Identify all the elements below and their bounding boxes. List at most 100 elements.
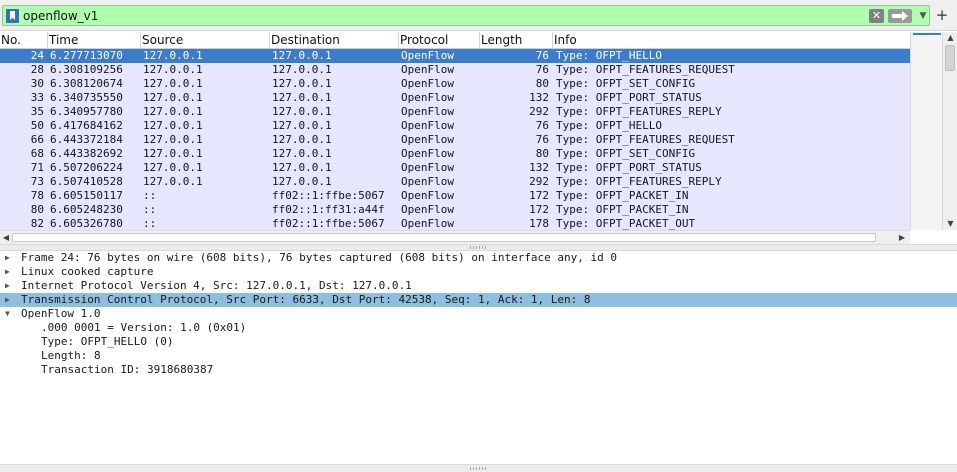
horizontal-scrollbar[interactable]: ◀ ▶ [0,230,910,244]
scroll-left-icon[interactable]: ◀ [0,231,12,244]
table-row[interactable]: 82 6.605326780:: ff02::1:ffbe:5067 OpenFlow… [0,217,910,230]
plus-icon[interactable]: + [934,6,950,24]
packet-time: 6.507206224 [50,161,123,174]
packet-number: 35 [30,105,44,118]
tree-field[interactable]: .000 0001 = Version: 1.0 (0x01) [0,321,957,335]
tree-label: .000 0001 = Version: 1.0 (0x01) [41,321,247,334]
table-row[interactable]: 30 6.308120674 127.0.0.1 127.0.0.1 OpenFlow 8… [0,77,910,91]
packet-info: Type: OFPT_FEATURES_REQUEST [556,133,735,146]
column-header-destination[interactable]: Destination [270,32,399,49]
packet-number: 28 [30,63,44,76]
packet-number: 50 [30,119,44,132]
splitter-grip[interactable] [470,467,488,470]
pane-splitter-bottom[interactable] [0,464,957,472]
packet-info: Type: OFPT_FEATURES_REPLY [556,175,722,188]
packet-length: 292 [529,105,549,118]
packet-protocol: OpenFlow [401,161,454,174]
column-header-protocol[interactable]: Protocol [399,32,480,49]
packet-minimap[interactable] [910,32,942,230]
tree-label: Length: 8 [41,349,101,362]
packet-protocol: OpenFlow [401,189,454,202]
packet-info: Type: OFPT_PORT_STATUS [556,91,702,104]
collapsed-arrow-icon[interactable]: ▶ [5,293,13,307]
scroll-up-icon[interactable]: ▲ [943,32,957,44]
tree-node[interactable]: ▶ Linux cooked capture [0,265,957,279]
packet-destination: 127.0.0.1 [272,119,332,132]
packet-time: 6.605248230 [50,203,123,216]
table-row[interactable]: 71 6.507206224 127.0.0.1 127.0.0.1 OpenFlow 1… [0,161,910,175]
packet-destination: 127.0.0.1 [272,63,332,76]
packet-number: 73 [30,175,44,188]
scroll-down-icon[interactable]: ▼ [943,218,957,230]
packet-length: 76 [535,133,549,146]
table-row[interactable]: 78 6.605150117:: ff02::1:ffbe:5067 OpenFlow… [0,189,910,203]
packet-time: 6.308109256 [50,63,123,76]
packet-protocol: OpenFlow [401,77,454,90]
packet-source: :: [143,189,157,202]
packet-time: 6.277713070 [50,49,123,62]
packet-source: 127.0.0.1 [143,161,203,174]
display-filter-input[interactable] [23,7,863,24]
horizontal-scroll-thumb[interactable] [12,233,876,242]
packet-info: Type: OFPT_FEATURES_REQUEST [556,63,735,76]
tree-node[interactable]: ▶ Internet Protocol Version 4, Src: 127.0… [0,279,957,293]
packet-time: 6.605326780 [50,217,123,230]
packet-time: 6.340735550 [50,91,123,104]
vertical-scroll-thumb[interactable] [945,45,955,71]
tree-node[interactable]: ▶ Frame 24: 76 bytes on wire (608 bits), … [0,251,957,265]
table-row[interactable]: 66 6.443372184 127.0.0.1 127.0.0.1 OpenFlow 7… [0,133,910,147]
collapsed-arrow-icon[interactable]: ▶ [5,279,13,293]
column-header-time[interactable]: Time [48,32,141,49]
packet-source: 127.0.0.1 [143,63,203,76]
packet-source: 127.0.0.1 [143,91,203,104]
table-row[interactable]: 80 6.605248230:: ff02::1:ff31:a44f OpenFlow… [0,203,910,217]
table-row[interactable]: 35 6.340957780 127.0.0.1 127.0.0.1 OpenFlow 2… [0,105,910,119]
packet-destination: ff02::1:ff31:a44f [272,203,385,216]
packet-number: 30 [30,77,44,90]
clear-icon[interactable]: ✕ [869,9,884,23]
packet-protocol: OpenFlow [401,203,454,216]
table-row[interactable]: 73 6.507410528 127.0.0.1 127.0.0.1 OpenFlow 2… [0,175,910,189]
table-row[interactable]: 50 6.417684162 127.0.0.1 127.0.0.1 OpenFlow 7… [0,119,910,133]
packet-source: 127.0.0.1 [143,147,203,160]
scroll-right-icon[interactable]: ▶ [896,231,908,244]
packet-protocol: OpenFlow [401,119,454,132]
packet-info: Type: OFPT_HELLO [556,49,662,62]
tree-label: Internet Protocol Version 4, Src: 127.0.… [21,279,412,292]
expanded-arrow-icon[interactable]: ▼ [5,307,13,321]
table-row[interactable]: 68 6.443382692 127.0.0.1 127.0.0.1 OpenFlow 8… [0,147,910,161]
collapsed-arrow-icon[interactable]: ▶ [5,251,13,265]
tree-field[interactable]: Length: 8 [0,349,957,363]
packet-info: Type: OFPT_SET_CONFIG [556,147,696,160]
pane-splitter[interactable] [0,244,957,251]
packet-source: 127.0.0.1 [143,49,203,62]
table-row[interactable]: 28 6.308109256 127.0.0.1 127.0.0.1 OpenFlow 7… [0,63,910,77]
packet-protocol: OpenFlow [401,91,454,104]
packet-details-tree: ▶ Frame 24: 76 bytes on wire (608 bits), … [0,251,957,464]
packet-rows: 24 6.277713070 127.0.0.1 127.0.0.1 OpenFlow 7… [0,49,910,230]
collapsed-arrow-icon[interactable]: ▶ [5,265,13,279]
chevron-down-icon[interactable]: ▼ [916,8,930,24]
packet-protocol: OpenFlow [401,175,454,188]
table-row[interactable]: 24 6.277713070 127.0.0.1 127.0.0.1 OpenFlow 7… [0,49,910,63]
splitter-grip[interactable] [470,246,488,249]
tree-node[interactable]: ▶ Transmission Control Protocol, Src Port… [0,293,957,307]
column-header-source[interactable]: Source [141,32,270,49]
bookmark-icon[interactable] [6,9,19,23]
column-header-no[interactable]: No. [0,32,48,49]
tree-node[interactable]: ▼ OpenFlow 1.0 [0,307,957,321]
packet-length: 132 [529,91,549,104]
packet-source: :: [143,217,157,230]
arrow-right-icon[interactable] [888,9,912,23]
packet-time: 6.443372184 [50,133,123,146]
packet-length: 76 [535,119,549,132]
column-header-info[interactable]: Info [553,32,910,49]
tree-field[interactable]: Transaction ID: 3918680387 [0,363,957,377]
packet-info: Type: OFPT_PORT_STATUS [556,161,702,174]
vertical-scrollbar[interactable]: ▲ ▼ [942,32,957,230]
packet-length: 80 [535,77,549,90]
tree-field[interactable]: Type: OFPT_HELLO (0) [0,335,957,349]
tree-label: Linux cooked capture [21,265,154,278]
table-row[interactable]: 33 6.340735550 127.0.0.1 127.0.0.1 OpenFlow 1… [0,91,910,105]
column-header-length[interactable]: Length [480,32,553,49]
